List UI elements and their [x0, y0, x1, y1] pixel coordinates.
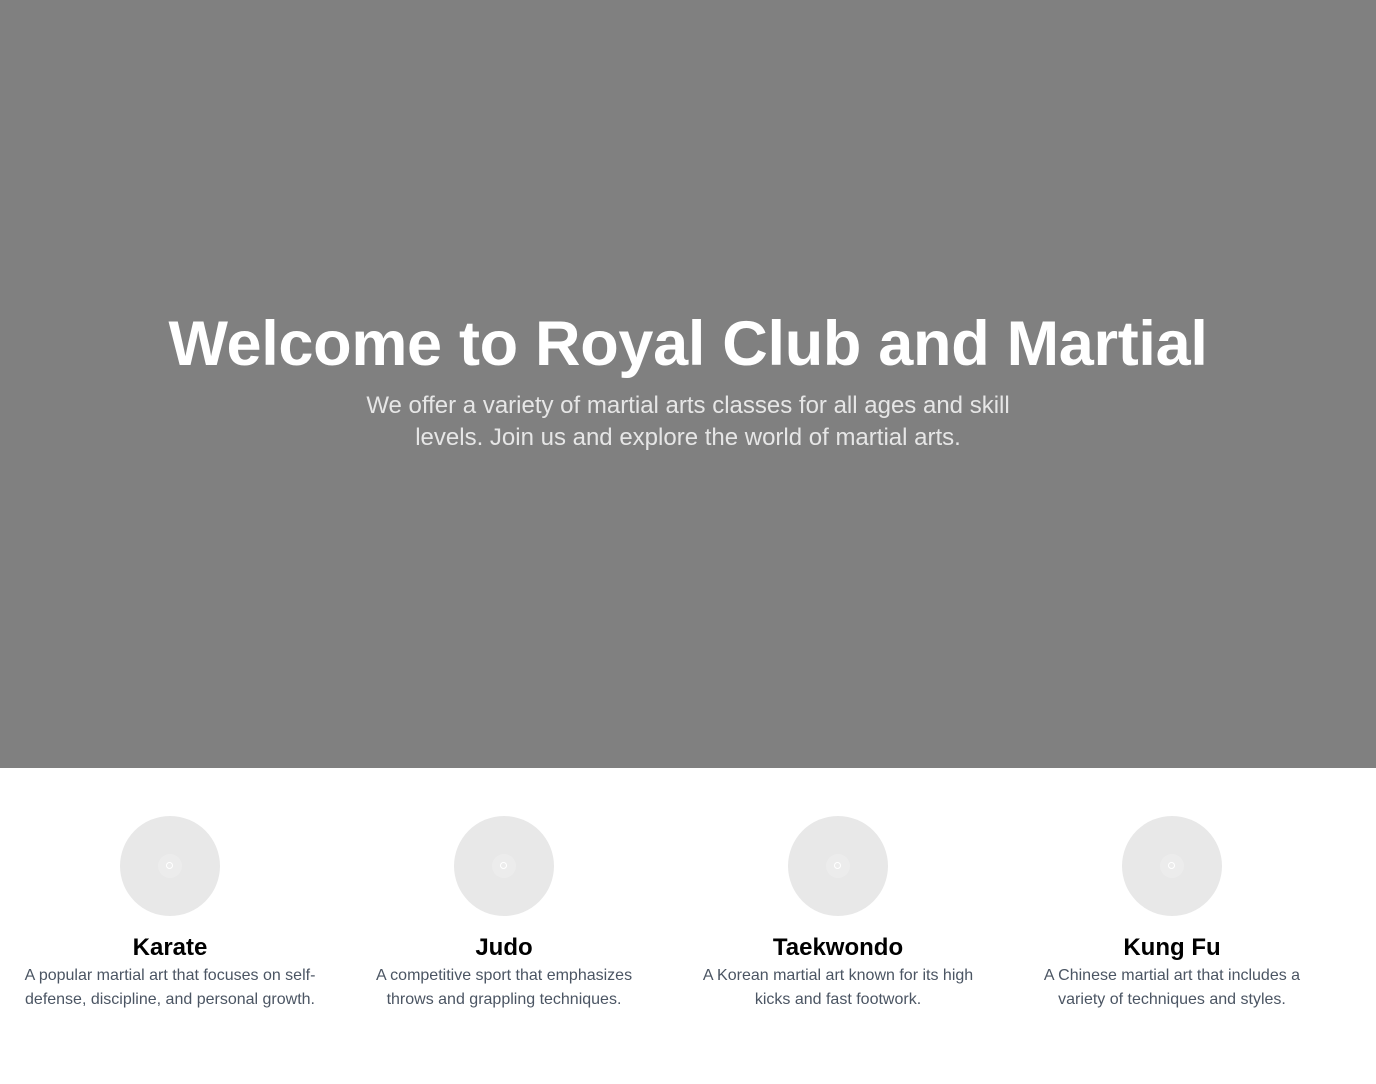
hero-subtitle: We offer a variety of martial arts class…	[366, 392, 1010, 451]
feature-description: A competitive sport that emphasizes thro…	[375, 967, 633, 1008]
image-placeholder-icon	[120, 816, 220, 916]
feature-title: Taekwondo	[772, 934, 904, 961]
image-placeholder-icon	[1122, 816, 1222, 916]
feature-description: A Korean martial art known for its high …	[702, 967, 974, 1008]
image-placeholder-icon	[454, 816, 554, 916]
hero-title: Welcome to Royal Club and Martial	[168, 309, 1208, 379]
feature-title: Kung Fu	[1123, 934, 1221, 961]
feature-description: A popular martial art that focuses on se…	[24, 967, 316, 1008]
features-section: Karate A popular martial art that focuse…	[20, 816, 1356, 1056]
hero-section: Welcome to Royal Club and Martial We off…	[0, 0, 1376, 768]
feature-description: A Chinese martial art that includes a va…	[1043, 967, 1301, 1008]
feature-title: Karate	[132, 934, 208, 961]
image-placeholder-icon	[788, 816, 888, 916]
feature-title: Judo	[475, 934, 533, 961]
